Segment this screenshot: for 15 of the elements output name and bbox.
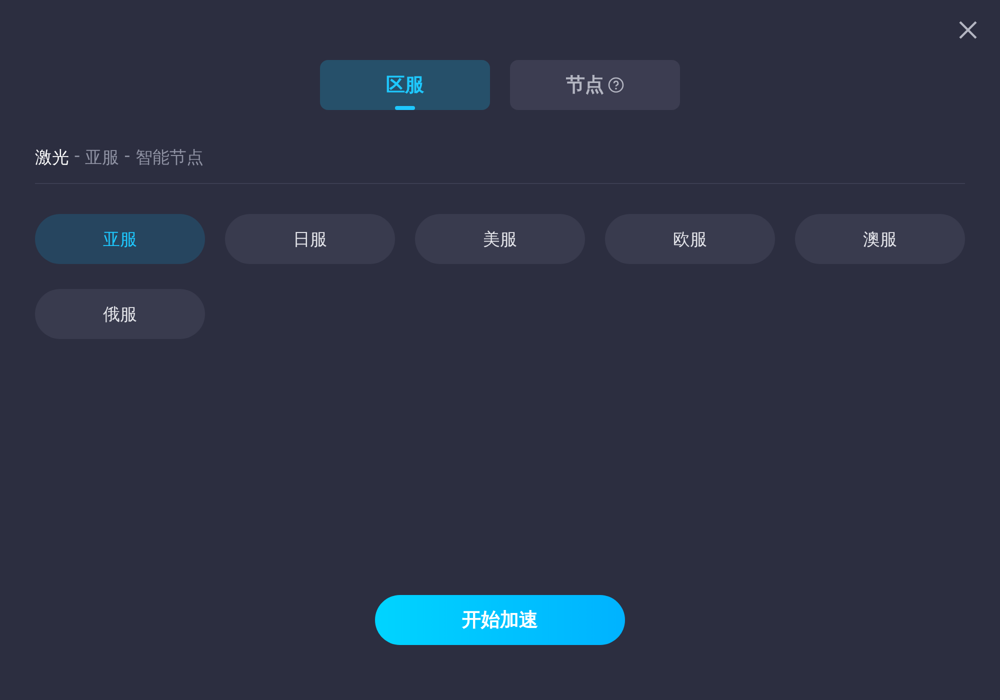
region-option[interactable]: 澳服 xyxy=(795,214,965,264)
close-icon xyxy=(958,20,978,40)
breadcrumb-text: 智能节点 xyxy=(135,147,204,169)
breadcrumb-text: - xyxy=(74,146,80,168)
region-option[interactable]: 俄服 xyxy=(35,289,205,339)
breadcrumb-text: - xyxy=(124,146,130,168)
region-option[interactable]: 亚服 xyxy=(35,214,205,264)
region-option[interactable]: 美服 xyxy=(415,214,585,264)
breadcrumb-text: 亚服 xyxy=(85,147,120,169)
region-option[interactable]: 日服 xyxy=(225,214,395,264)
tab[interactable]: 节点 xyxy=(510,60,680,110)
tab[interactable]: 区服 xyxy=(320,60,490,110)
region-option[interactable]: 欧服 xyxy=(605,214,775,264)
breadcrumb-text: 激光 xyxy=(35,147,69,169)
active-indicator xyxy=(395,106,415,110)
